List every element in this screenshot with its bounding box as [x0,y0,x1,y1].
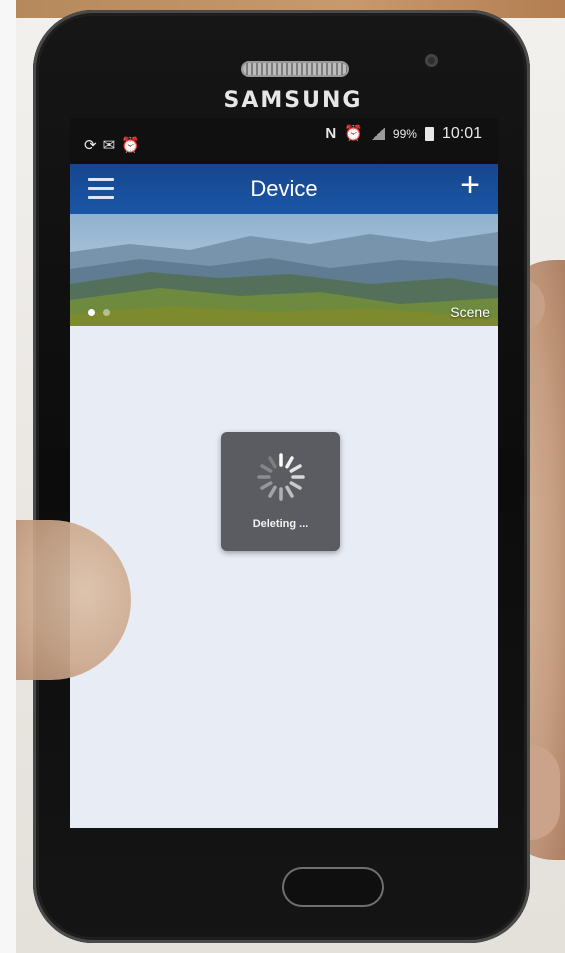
loading-message: Deleting ... [252,518,309,530]
battery-icon [424,127,434,141]
page-indicator [88,309,110,316]
home-button[interactable] [282,867,384,907]
mail-icon: ✉ [102,137,116,154]
scene-label[interactable]: Scene [450,304,490,320]
page-dot-active [88,309,95,316]
page-title: Device [250,176,318,201]
page-dot [103,309,110,316]
scene-banner[interactable]: Scene [70,214,498,326]
device-list-area: Deleting ... [70,326,498,828]
app-bar: Device + [70,164,498,214]
clock: 10:01 [441,125,482,142]
sync-icon: ⟳ [84,137,97,154]
landscape-image [70,214,498,326]
alarm-icon: ⏰ [344,125,363,142]
battery-percent: 99% [392,127,417,141]
signal-icon [370,128,385,140]
plus-icon[interactable]: + [460,168,480,202]
earpiece-speaker [243,63,347,75]
spinner-icon [257,453,305,501]
alarm-icon: ⏰ [121,137,140,154]
phone-screen: ⟳ ✉ ⏰ N ⏰ 99% 10:01 Device + Scene Delet… [70,118,498,828]
loading-dialog: Deleting ... [221,432,340,551]
photo-scene: SAMSUNG ⟳ ✉ ⏰ N ⏰ 99% 10:01 Device + Sce… [0,0,565,953]
status-right-icons: N ⏰ 99% 10:01 [325,125,482,143]
status-bar: ⟳ ✉ ⏰ N ⏰ 99% 10:01 [70,118,498,164]
background-strip [0,0,16,953]
front-camera [425,54,438,67]
status-left-icons: ⟳ ✉ ⏰ [84,138,140,154]
nfc-icon: N [325,125,337,142]
brand-logo: SAMSUNG [223,88,363,113]
